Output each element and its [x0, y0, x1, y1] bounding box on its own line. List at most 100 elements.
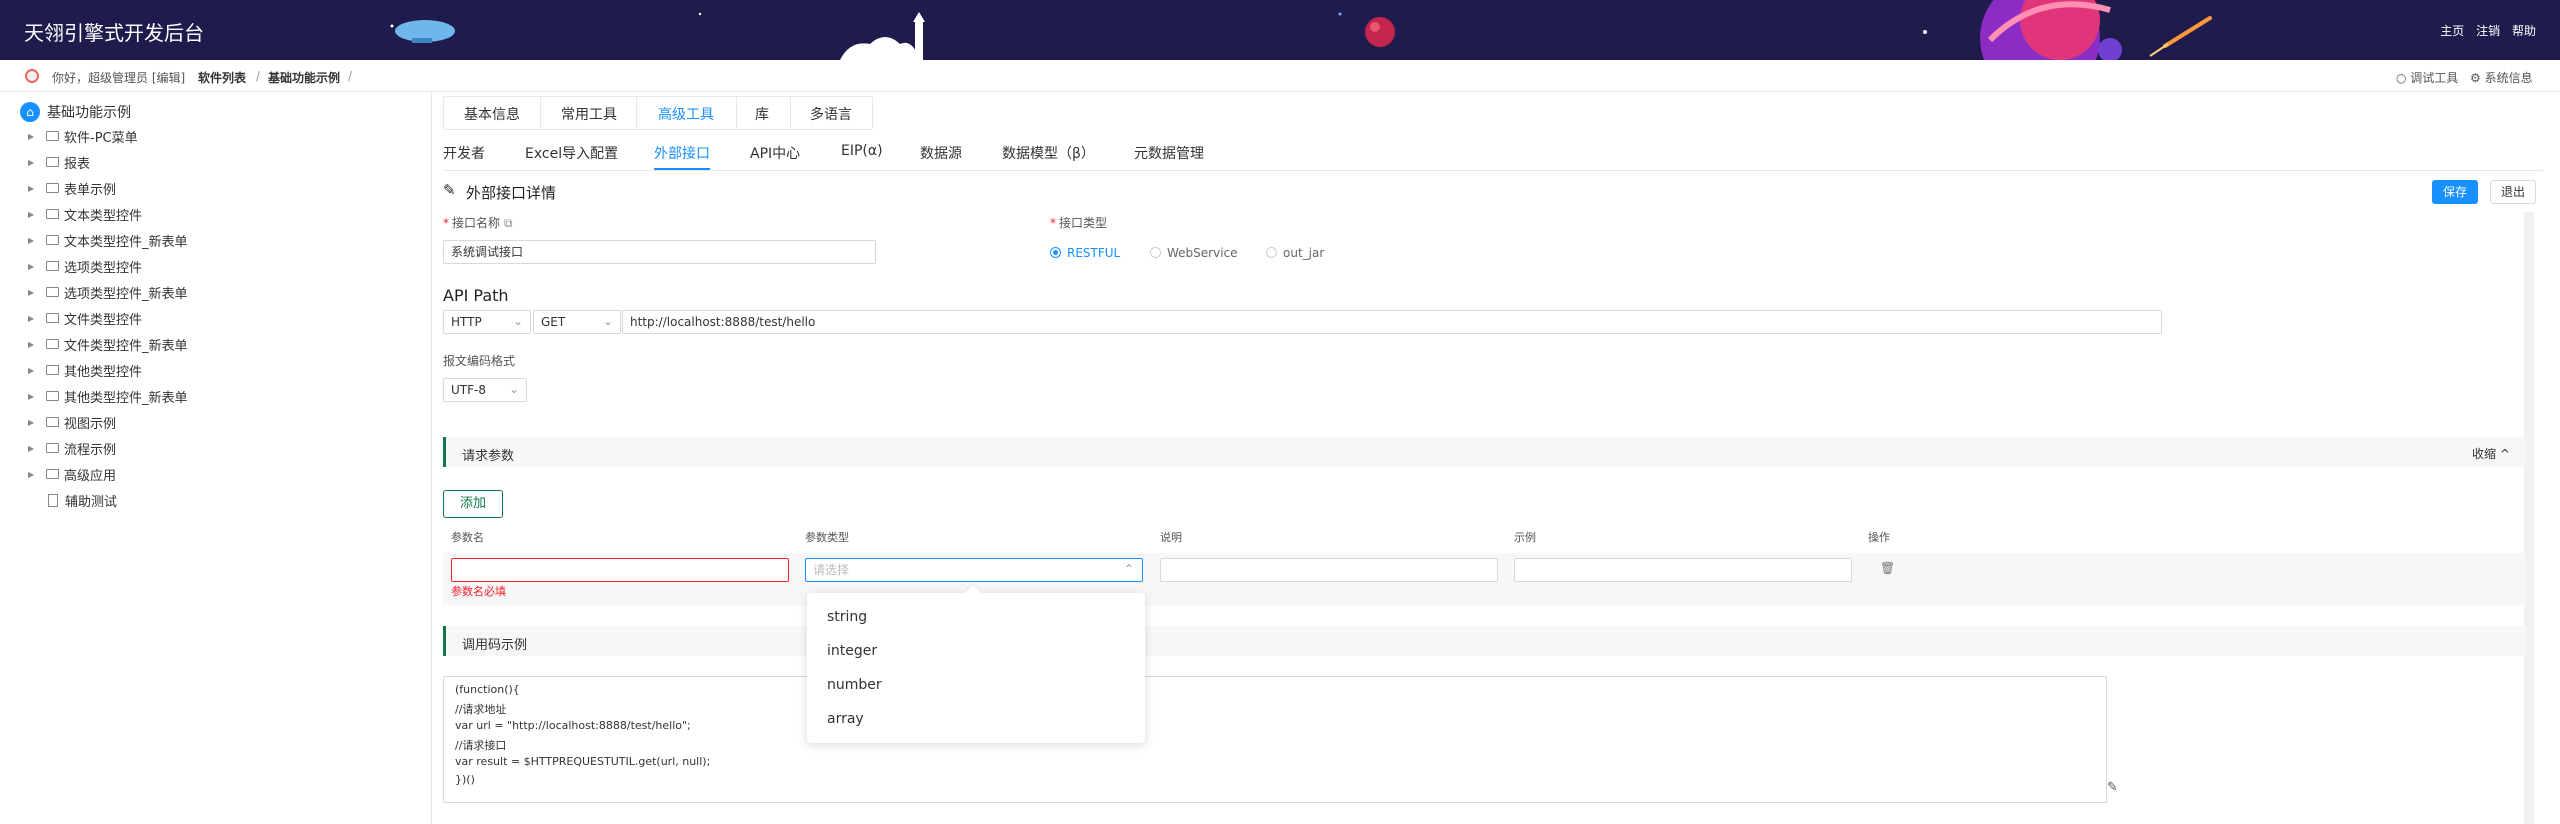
param-name-input[interactable]	[451, 558, 789, 582]
tree-item[interactable]: ▶ 软件-PC菜单	[28, 126, 138, 146]
expand-arrow-icon[interactable]: ▶	[28, 366, 38, 375]
expand-arrow-icon[interactable]: ▶	[28, 262, 38, 271]
expand-arrow-icon[interactable]: ▶	[28, 314, 38, 323]
home-link[interactable]: 主页	[2440, 24, 2464, 38]
tree-item[interactable]: 辅助测试	[28, 490, 117, 510]
expand-arrow-icon[interactable]: ▶	[28, 444, 38, 453]
radio-webservice[interactable]: WebService	[1150, 246, 1238, 260]
breadcrumb-current[interactable]: 基础功能示例	[268, 69, 340, 86]
delete-icon[interactable]: 🗑	[1880, 561, 1895, 575]
request-params-section: 请求参数	[443, 437, 2526, 467]
debug-icon: ○	[2396, 71, 2411, 85]
expand-arrow-icon[interactable]: ▶	[28, 236, 38, 245]
dropdown-option-array[interactable]: array	[827, 711, 864, 727]
protocol-select[interactable]: HTTP ⌄	[443, 310, 531, 334]
folder-icon	[46, 287, 59, 297]
system-info-link[interactable]: ⚙ 系统信息	[2470, 69, 2533, 86]
tree-item[interactable]: ▶ 文本类型控件	[28, 204, 142, 224]
method-select[interactable]: GET ⌄	[533, 310, 621, 334]
exit-button[interactable]: 退出	[2490, 180, 2536, 204]
dropdown-option-string[interactable]: string	[827, 609, 867, 625]
folder-icon	[46, 417, 59, 427]
code-line: var url = "http://localhost:8888/test/he…	[455, 719, 691, 732]
expand-arrow-icon[interactable]: ▶	[28, 184, 38, 193]
app-title: 天翎引擎式开发后台	[24, 21, 204, 45]
section-title: 请求参数	[462, 449, 515, 464]
edit-icon[interactable]: ✎	[2107, 780, 2118, 795]
save-button[interactable]: 保存	[2432, 180, 2478, 204]
help-link[interactable]: 帮助	[2512, 24, 2536, 38]
subtab-metadata[interactable]: 元数据管理	[1134, 143, 1204, 163]
subtab-api-center[interactable]: API中心	[750, 143, 800, 163]
breadcrumb-bar: 你好，超级管理员 [编辑] 软件列表 / 基础功能示例 / ○ 调试工具 ⚙ 系…	[0, 60, 2560, 92]
tab-multi-language[interactable]: 多语言	[810, 104, 852, 124]
code-line: var result = $HTTPREQUESTUTIL.get(url, n…	[455, 755, 711, 768]
subtab-data-model[interactable]: 数据模型（β）	[1002, 143, 1095, 163]
collapse-toggle[interactable]: 收缩 ^	[2472, 445, 2510, 462]
subtab-datasource[interactable]: 数据源	[920, 143, 962, 163]
interface-name-input[interactable]: 系统调试接口	[443, 240, 876, 264]
debug-tool-link[interactable]: ○ 调试工具	[2396, 69, 2458, 86]
top-header-bar: 天翎引擎式开发后台 主页 注销 帮助	[0, 0, 2560, 60]
param-type-select[interactable]: 请选择 ⌃	[805, 558, 1143, 582]
col-description: 说明	[1160, 531, 1182, 544]
tree-item[interactable]: ▶ 报表	[28, 152, 90, 172]
tree-item[interactable]: ▶ 其他类型控件	[28, 360, 142, 380]
tab-divider	[636, 96, 637, 130]
param-example-input[interactable]	[1514, 558, 1852, 582]
tree-item[interactable]: ▶ 流程示例	[28, 438, 116, 458]
expand-arrow-icon[interactable]: ▶	[28, 210, 38, 219]
tab-library[interactable]: 库	[755, 104, 769, 124]
encoding-label: 报文编码格式	[443, 354, 516, 368]
header-links: 主页 注销 帮助	[2432, 22, 2536, 39]
api-path-label: API Path	[443, 286, 509, 305]
add-param-button[interactable]: 添加	[443, 490, 503, 518]
expand-arrow-icon[interactable]: ▶	[28, 288, 38, 297]
tree-item[interactable]: ▶ 文件类型控件_新表单	[28, 334, 188, 354]
folder-icon	[46, 365, 59, 375]
tree-root-label: 基础功能示例	[47, 105, 131, 121]
expand-arrow-icon[interactable]: ▶	[28, 158, 38, 167]
code-textarea[interactable]	[443, 676, 2107, 803]
tree-item[interactable]: ▶ 选项类型控件	[28, 256, 142, 276]
expand-arrow-icon[interactable]: ▶	[28, 470, 38, 479]
radio-restful[interactable]: RESTFUL	[1050, 246, 1120, 260]
expand-arrow-icon[interactable]: ▶	[28, 340, 38, 349]
folder-icon	[46, 131, 59, 141]
col-example: 示例	[1514, 531, 1536, 544]
subtab-developer[interactable]: 开发者	[443, 143, 485, 163]
tab-common-tools[interactable]: 常用工具	[561, 104, 617, 124]
encoding-select[interactable]: UTF-8 ⌄	[443, 378, 527, 402]
subtab-external-interface[interactable]: 外部接口	[654, 143, 710, 163]
radio-out-jar[interactable]: out_jar	[1266, 246, 1324, 260]
dropdown-option-number[interactable]: number	[827, 677, 882, 693]
subtab-excel-import[interactable]: Excel导入配置	[525, 143, 618, 163]
breadcrumb-software-list[interactable]: 软件列表	[198, 69, 246, 86]
greeting-text[interactable]: 你好，超级管理员 [编辑]	[52, 69, 185, 86]
expand-arrow-icon[interactable]: ▶	[28, 418, 38, 427]
tab-advanced-tools[interactable]: 高级工具	[658, 104, 714, 124]
expand-arrow-icon[interactable]: ▶	[28, 392, 38, 401]
radio-icon	[1150, 247, 1161, 258]
tab-basic-info[interactable]: 基本信息	[464, 104, 520, 124]
api-url-input[interactable]: http://localhost:8888/test/hello	[622, 310, 2162, 334]
copy-icon[interactable]: ⧉	[504, 216, 513, 230]
tree-item[interactable]: ▶ 高级应用	[28, 464, 116, 484]
logout-link[interactable]: 注销	[2476, 24, 2500, 38]
tree-item[interactable]: ▶ 视图示例	[28, 412, 116, 432]
radio-selected-icon	[1050, 247, 1061, 258]
param-description-input[interactable]	[1160, 558, 1498, 582]
tree-item[interactable]: ▶ 选项类型控件_新表单	[28, 282, 188, 302]
tree-item[interactable]: ▶ 表单示例	[28, 178, 116, 198]
tree-item[interactable]: ▶ 其他类型控件_新表单	[28, 386, 188, 406]
code-line: })()	[455, 773, 475, 786]
chevron-down-icon: ⌄	[508, 382, 519, 396]
subtab-eip[interactable]: EIP(α)	[841, 143, 883, 159]
expand-arrow-icon[interactable]: ▶	[28, 132, 38, 141]
tree-root[interactable]: ⌂ 基础功能示例	[20, 102, 131, 122]
tree-item[interactable]: ▶ 文件类型控件	[28, 308, 142, 328]
dropdown-option-integer[interactable]: integer	[827, 643, 877, 659]
scrollbar-track[interactable]	[2524, 212, 2534, 824]
tree-item[interactable]: ▶ 文本类型控件_新表单	[28, 230, 188, 250]
file-icon	[48, 493, 58, 507]
